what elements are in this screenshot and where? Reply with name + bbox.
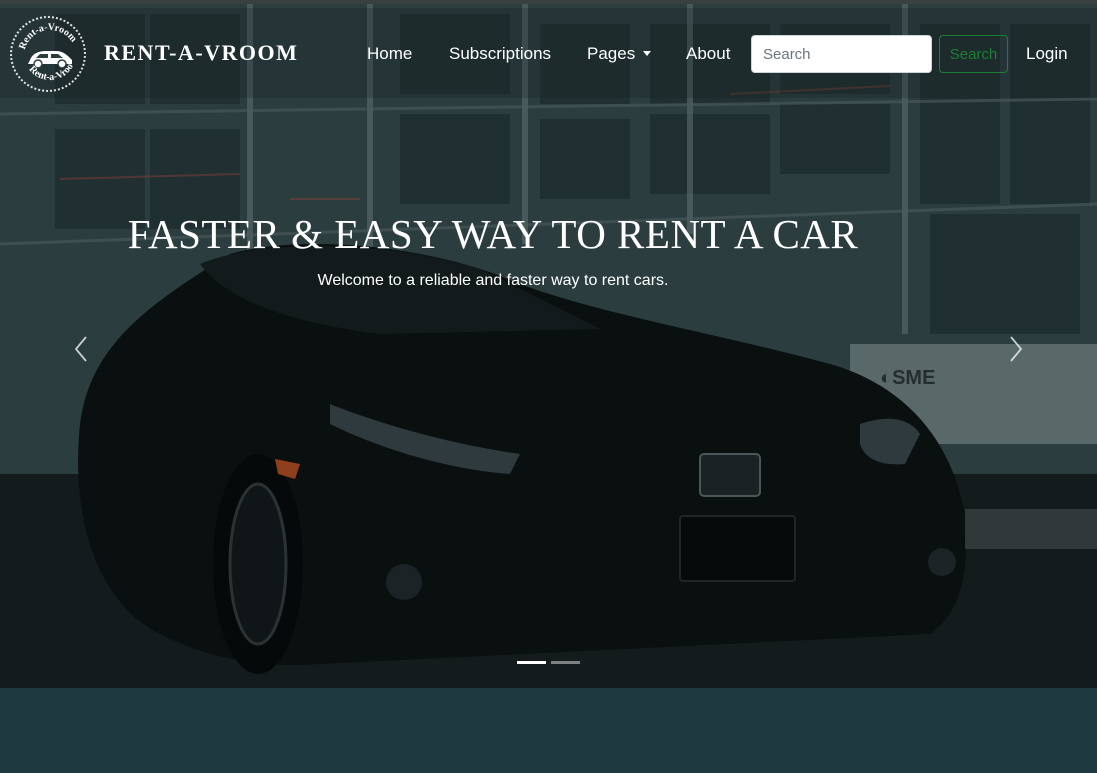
chevron-left-icon (74, 336, 87, 362)
brand-logo[interactable]: Rent-a-Vroom Rent-a-Vroom (10, 16, 86, 92)
carousel-prev-button[interactable] (67, 334, 97, 364)
page-section-below-hero (0, 688, 1097, 773)
hero-title: FASTER & EASY WAY TO RENT A CAR (127, 211, 859, 257)
logo-text-bottom: Rent-a-Vroom (12, 18, 76, 83)
hero-subtitle: Welcome to a reliable and faster way to … (317, 272, 669, 289)
logo-text-top: Rent-a-Vroom (17, 22, 79, 51)
search-input[interactable] (751, 35, 932, 73)
search-button[interactable]: Search (939, 35, 1008, 73)
hero-carousel: ◐SME Rent-a-Vroom Rent-a-Vroo RENT-A-VRO… (0, 4, 1097, 688)
carousel-indicator-2[interactable] (551, 661, 580, 664)
hero-car-image (0, 244, 1097, 688)
chevron-right-icon (1010, 336, 1023, 362)
car-icon: Rent-a-Vroom Rent-a-Vroom (12, 18, 79, 83)
carousel-next-button[interactable] (1000, 334, 1030, 364)
nav-pages-dropdown[interactable]: Pages (587, 44, 652, 64)
navbar: Rent-a-Vroom Rent-a-Vroom RENT-A-VROOM H… (0, 8, 1097, 98)
login-link[interactable]: Login (1026, 44, 1068, 64)
nav-subscriptions-link[interactable]: Subscriptions (449, 44, 551, 64)
svg-text:Rent-a-Vroom: Rent-a-Vroom (12, 18, 76, 83)
caret-down-icon (643, 51, 652, 56)
nav-pages-label: Pages (587, 44, 636, 63)
carousel-indicator-1[interactable] (517, 661, 546, 664)
svg-text:Rent-a-Vroom: Rent-a-Vroom (17, 22, 79, 51)
brand-name[interactable]: RENT-A-VROOM (104, 40, 298, 66)
nav-home-link[interactable]: Home (367, 44, 412, 64)
nav-about-link[interactable]: About (686, 44, 730, 64)
